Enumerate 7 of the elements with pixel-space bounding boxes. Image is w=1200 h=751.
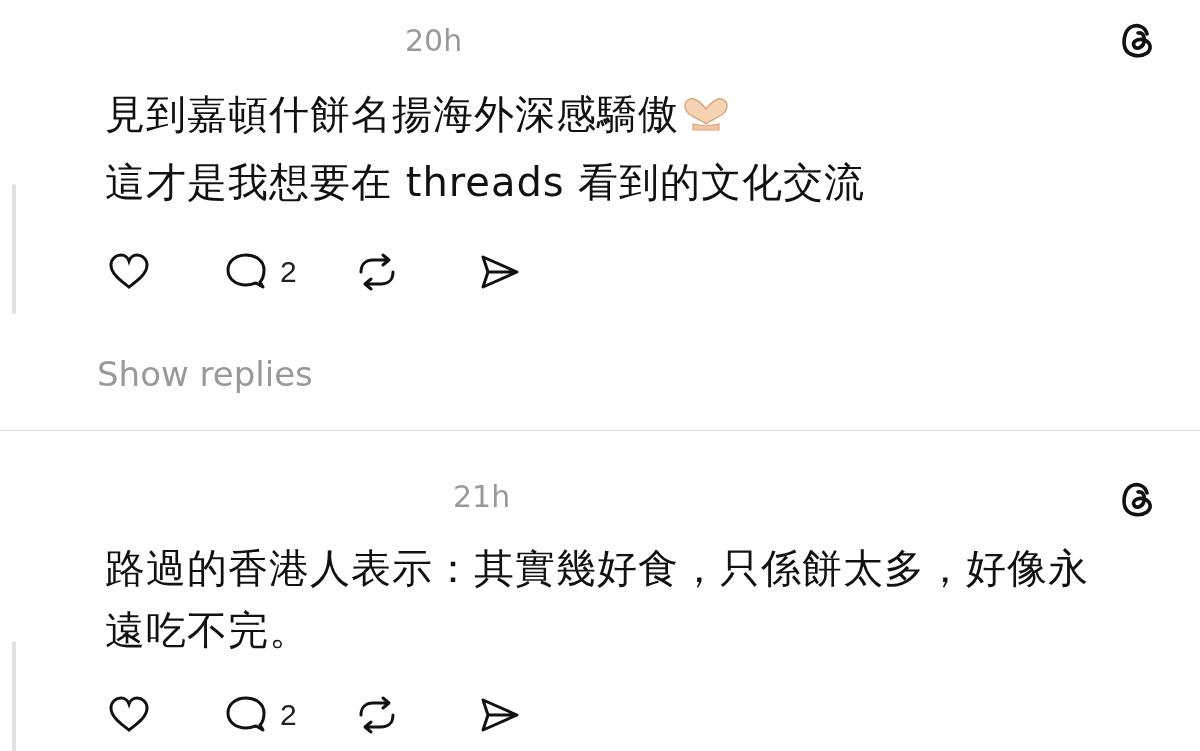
comment-button[interactable]: 2 xyxy=(224,695,297,735)
post-text: 見到嘉頓什餅名揚海外深感驕傲 xyxy=(105,80,1115,148)
comment-button[interactable]: 2 xyxy=(224,252,297,292)
post-text: 這才是我想要在 threads 看到的文化交流 xyxy=(105,158,867,207)
post-text: 路過的香港人表示：其實幾好食，只係餅太多，好像永遠吃不完。 xyxy=(105,544,1090,655)
timestamp: 21h xyxy=(453,479,512,514)
timestamp: 20h xyxy=(405,22,464,58)
